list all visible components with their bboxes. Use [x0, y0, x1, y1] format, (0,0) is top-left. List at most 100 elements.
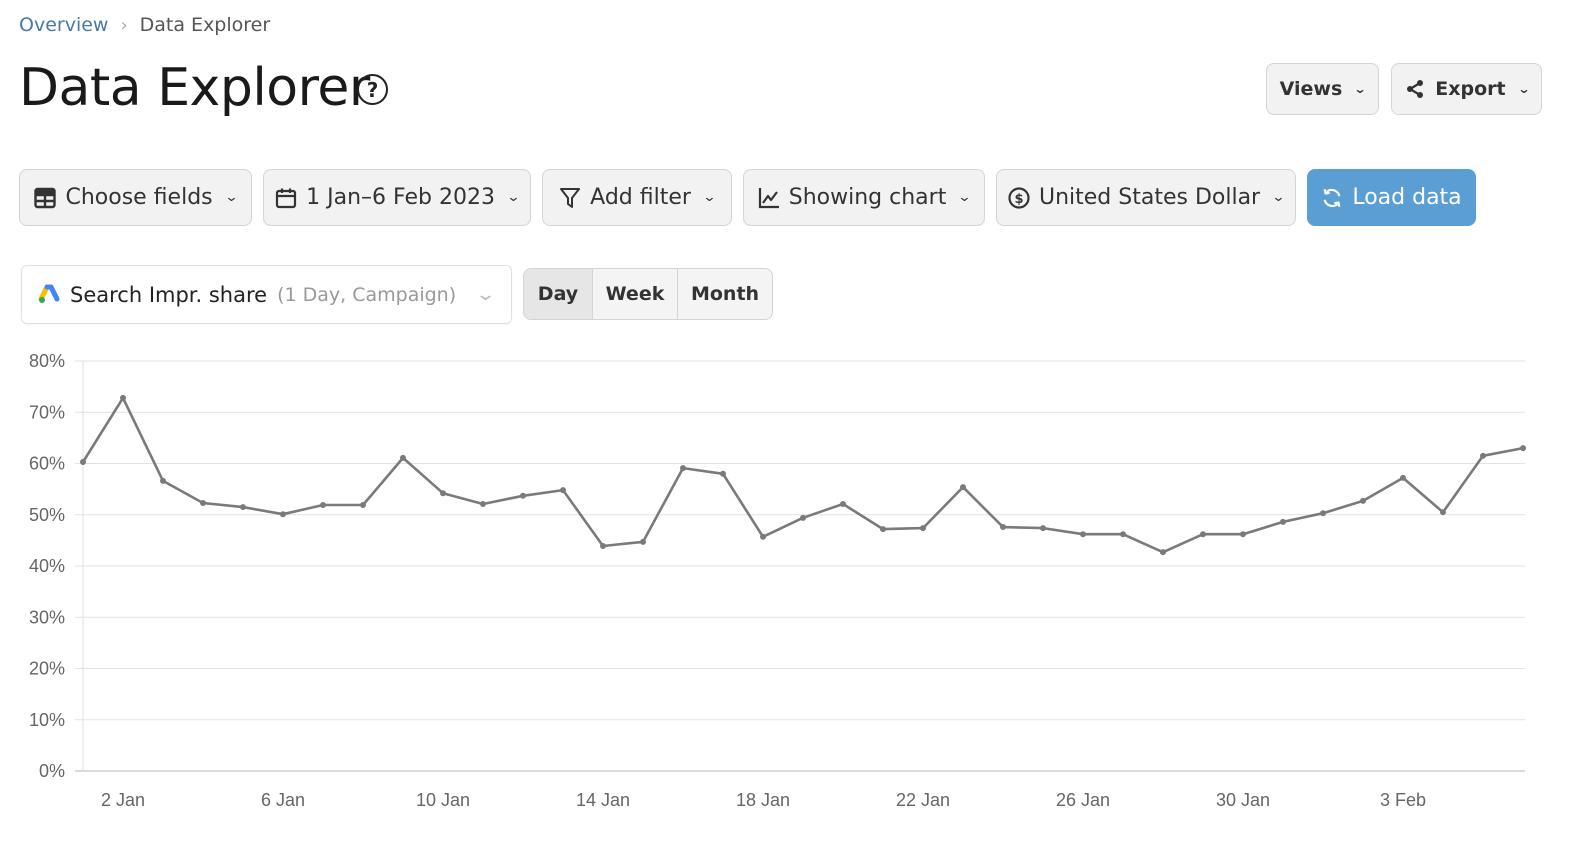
data-point[interactable] [800, 514, 806, 521]
metric-select[interactable]: Search Impr. share (1 Day, Campaign) ⌄ [21, 265, 512, 324]
choose-fields-button[interactable]: Choose fields ⌄ [19, 169, 252, 226]
data-point[interactable] [1000, 524, 1006, 531]
data-point[interactable] [1320, 510, 1326, 517]
y-tick-label: 20% [29, 659, 65, 679]
breadcrumb-overview-link[interactable]: Overview [19, 14, 108, 36]
chevron-down-icon: ⌄ [506, 190, 521, 205]
data-point[interactable] [1480, 452, 1486, 459]
y-tick-label: 70% [29, 402, 65, 422]
chevron-down-icon: ⌄ [223, 190, 239, 205]
granularity-week[interactable]: Week [593, 269, 678, 319]
export-button[interactable]: Export ⌄ [1391, 63, 1542, 115]
choose-fields-label: Choose fields [65, 185, 213, 210]
x-tick-label: 18 Jan [736, 790, 790, 810]
granularity-month[interactable]: Month [678, 269, 772, 319]
data-point[interactable] [680, 465, 686, 472]
x-tick-label: 26 Jan [1056, 790, 1110, 810]
date-range-label: 1 Jan–6 Feb 2023 [306, 185, 495, 210]
granularity-toggle: Day Week Month [523, 268, 773, 320]
data-point[interactable] [1120, 531, 1126, 538]
data-point[interactable] [400, 454, 406, 461]
google-ads-icon [38, 284, 60, 306]
line-chart: 0% 10% 20% 30% 40% 50% 60% 70% 80% 2 Jan 6 Jan 10 … [0, 340, 1594, 844]
calendar-icon [275, 187, 297, 209]
data-point[interactable] [960, 484, 966, 491]
y-tick-label: 10% [29, 710, 65, 730]
data-point[interactable] [80, 458, 86, 465]
data-point[interactable] [480, 500, 486, 507]
page-title: Data Explorer [19, 58, 370, 118]
data-point[interactable] [1440, 509, 1446, 516]
data-point[interactable] [560, 487, 566, 494]
data-point[interactable] [840, 500, 846, 507]
data-point[interactable] [1520, 445, 1526, 452]
help-icon[interactable]: ? [357, 74, 388, 105]
x-tick-label: 22 Jan [896, 790, 950, 810]
data-point[interactable] [880, 526, 886, 533]
data-point[interactable] [280, 511, 286, 518]
breadcrumb-current: Data Explorer [139, 14, 271, 36]
data-point[interactable] [120, 394, 126, 401]
chevron-right-icon: › [120, 14, 128, 36]
chevron-down-icon: ⌄ [1517, 82, 1531, 96]
chevron-down-icon: ⌄ [702, 190, 717, 205]
svg-text:$: $ [1014, 192, 1023, 207]
x-axis: 2 Jan 6 Jan 10 Jan 14 Jan 18 Jan 22 Jan 26 Jan… [101, 790, 1426, 810]
data-point[interactable] [1160, 549, 1166, 556]
filter-icon [559, 187, 581, 209]
data-point[interactable] [720, 470, 726, 477]
series-line [81, 396, 1524, 554]
data-point[interactable] [1400, 474, 1406, 481]
data-point[interactable] [640, 538, 646, 545]
data-point[interactable] [200, 499, 206, 506]
y-tick-label: 50% [29, 505, 65, 525]
currency-label: United States Dollar [1038, 185, 1261, 210]
add-filter-button[interactable]: Add filter ⌄ [542, 169, 732, 226]
data-point[interactable] [920, 525, 926, 532]
granularity-day[interactable]: Day [524, 269, 593, 319]
chevron-down-icon: ⌄ [1271, 190, 1286, 205]
y-tick-label: 30% [29, 607, 65, 627]
chevron-down-icon: ⌄ [1353, 82, 1367, 96]
x-tick-label: 2 Jan [101, 790, 145, 810]
y-axis: 0% 10% 20% 30% 40% 50% 60% 70% 80% [29, 351, 65, 781]
add-filter-label: Add filter [590, 185, 691, 210]
views-label: Views [1279, 78, 1343, 100]
y-tick-label: 40% [29, 556, 65, 576]
data-point[interactable] [1360, 497, 1366, 504]
chart-svg: 0% 10% 20% 30% 40% 50% 60% 70% 80% 2 Jan 6 Jan 10 … [29, 351, 1526, 810]
x-tick-label: 14 Jan [576, 790, 630, 810]
dollar-circle-icon: $ [1008, 186, 1030, 209]
data-point[interactable] [240, 504, 246, 511]
y-tick-label: 0% [39, 761, 65, 781]
data-point[interactable] [600, 543, 606, 550]
breadcrumb: Overview › Data Explorer [19, 14, 270, 36]
views-button[interactable]: Views ⌄ [1266, 63, 1379, 115]
data-point[interactable] [1200, 531, 1206, 538]
load-data-button[interactable]: Load data [1307, 169, 1476, 226]
data-point[interactable] [520, 492, 526, 499]
metric-name: Search Impr. share [70, 282, 268, 307]
export-label: Export [1435, 78, 1506, 100]
chevron-down-icon: ⌄ [957, 190, 972, 205]
data-point[interactable] [1040, 525, 1046, 532]
data-point[interactable] [440, 490, 446, 497]
data-point[interactable] [360, 502, 366, 509]
data-point[interactable] [160, 477, 166, 484]
currency-button[interactable]: $ United States Dollar ⌄ [996, 169, 1296, 226]
data-point[interactable] [1280, 518, 1286, 525]
x-tick-label: 10 Jan [416, 790, 470, 810]
x-tick-label: 6 Jan [261, 790, 305, 810]
x-tick-label: 30 Jan [1216, 790, 1270, 810]
metric-detail: (1 Day, Campaign) [277, 283, 457, 306]
data-point[interactable] [1240, 531, 1246, 538]
date-range-button[interactable]: 1 Jan–6 Feb 2023 ⌄ [263, 169, 531, 226]
display-mode-button[interactable]: Showing chart ⌄ [743, 169, 985, 226]
data-point[interactable] [320, 502, 326, 509]
share-icon [1404, 78, 1426, 100]
data-point[interactable] [760, 533, 766, 540]
line-chart-icon [758, 187, 780, 209]
data-point[interactable] [1080, 531, 1086, 538]
x-tick-label: 3 Feb [1380, 790, 1426, 810]
y-tick-label: 80% [29, 351, 65, 371]
